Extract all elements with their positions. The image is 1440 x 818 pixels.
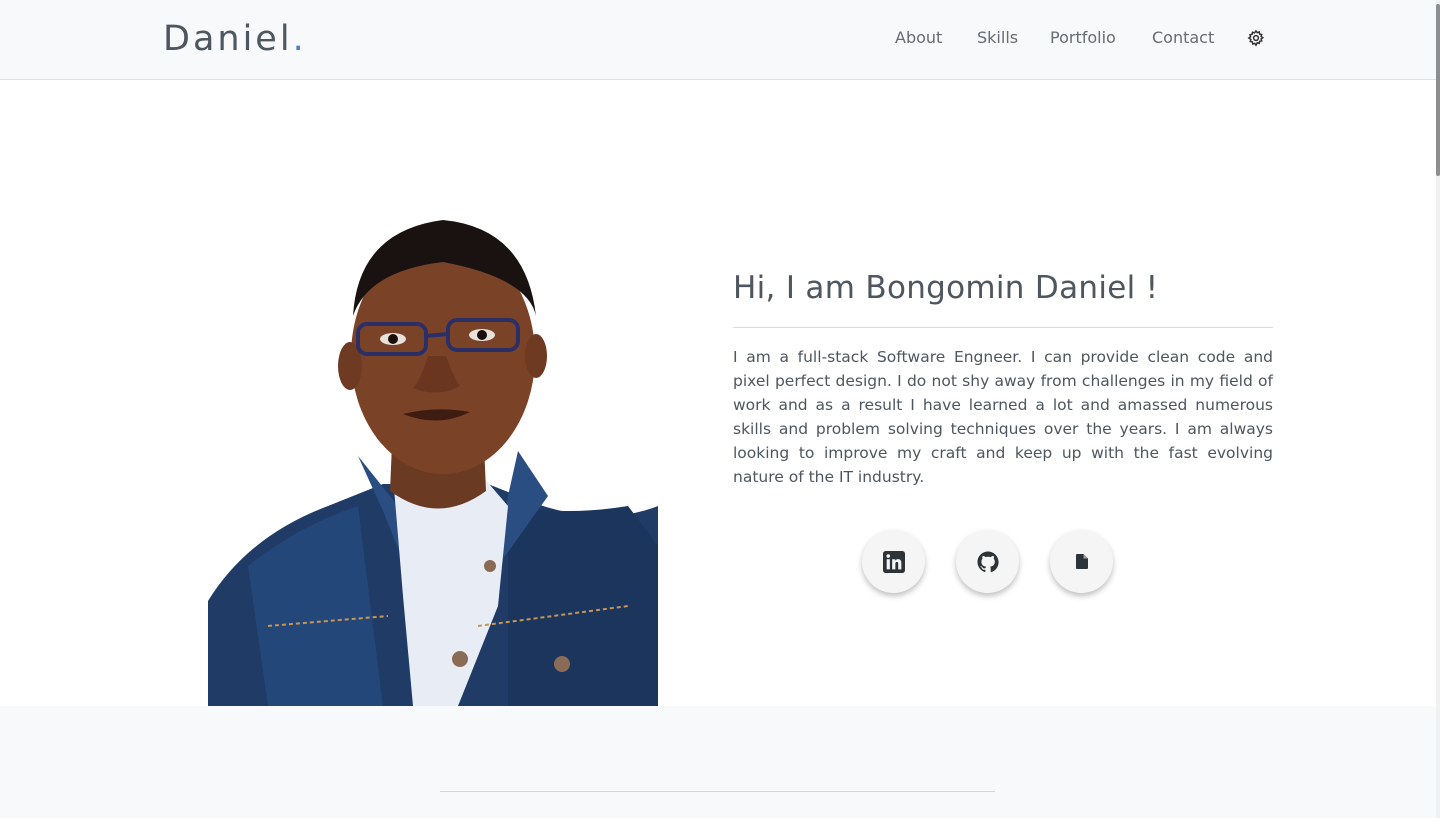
hero-divider (733, 327, 1273, 328)
nav-contact[interactable]: Contact (1152, 27, 1214, 49)
nav-skills[interactable]: Skills (977, 27, 1018, 49)
nav-about[interactable]: About (895, 27, 942, 49)
hero-description: I am a full-stack Software Engneer. I ca… (733, 348, 1273, 486)
next-section (0, 706, 1436, 818)
brand-dot: . (292, 19, 307, 59)
github-icon (977, 551, 999, 572)
brand-logo[interactable]: Daniel. (163, 17, 307, 61)
document-icon (1075, 554, 1088, 569)
section-divider (440, 791, 995, 792)
resume-button[interactable] (1050, 530, 1113, 593)
gear-icon (1247, 29, 1265, 47)
navbar: Daniel. About Skills Portfolio Contact (0, 0, 1436, 80)
linkedin-button[interactable] (862, 530, 925, 593)
nav-portfolio[interactable]: Portfolio (1050, 27, 1116, 49)
theme-toggle-button[interactable] (1246, 28, 1266, 48)
brand-text: Daniel (163, 19, 293, 59)
linkedin-icon (882, 550, 905, 573)
scrollbar-thumb[interactable] (1436, 4, 1440, 176)
hero-title: Hi, I am Bongomin Daniel ! (733, 270, 1159, 306)
scrollbar[interactable] (1436, 0, 1440, 818)
portrait-photo (208, 206, 658, 706)
github-button[interactable] (956, 530, 1019, 593)
